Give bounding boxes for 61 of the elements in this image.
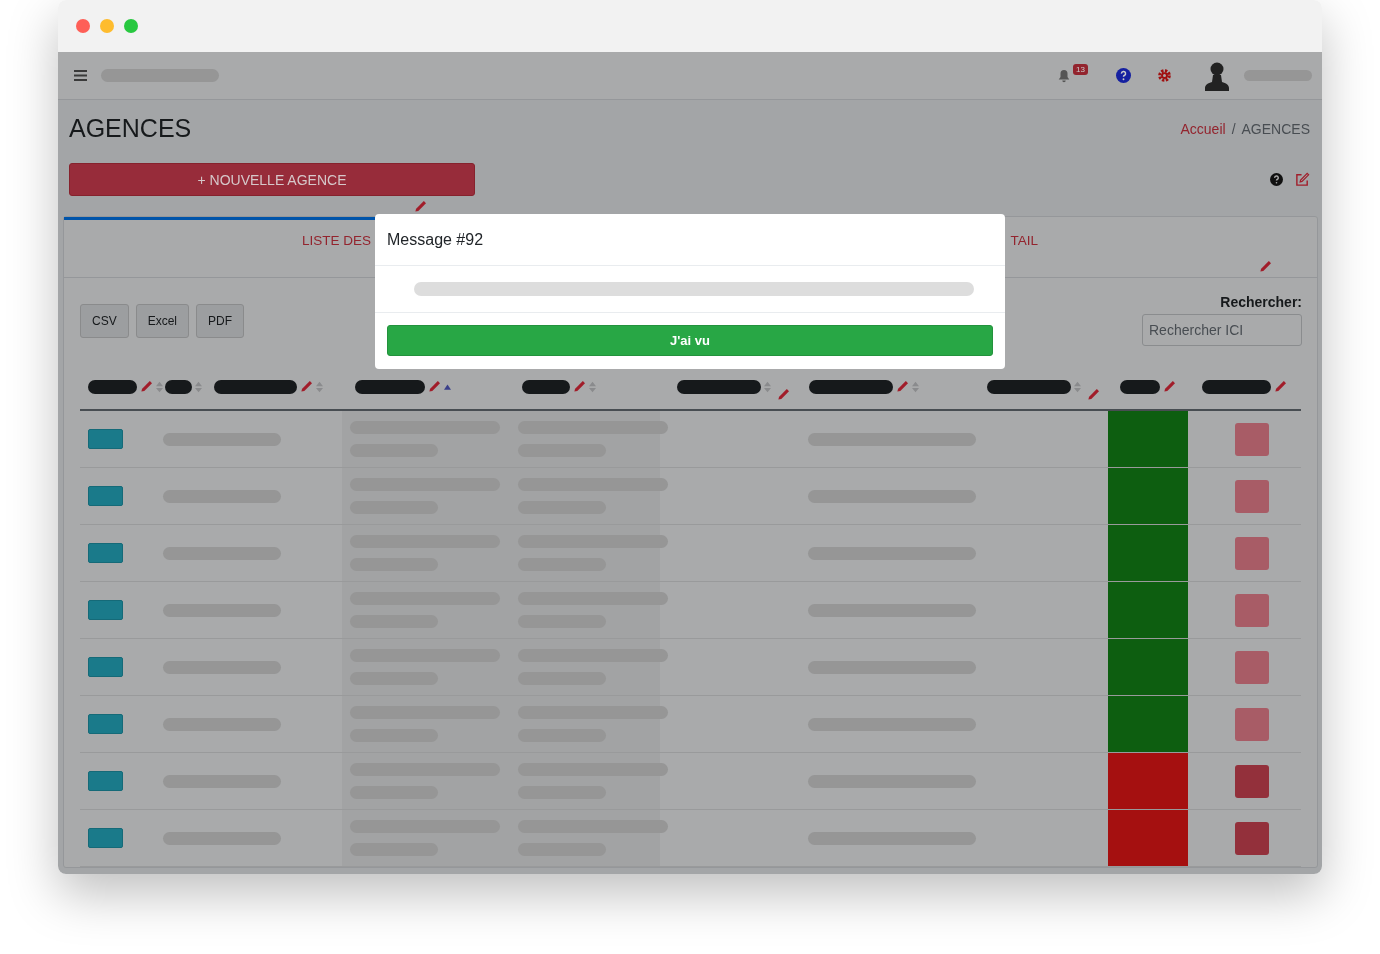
breadcrumb-link[interactable]: Accueil xyxy=(1180,120,1226,137)
pencil-icon[interactable] xyxy=(140,380,153,393)
view-button[interactable] xyxy=(88,486,123,506)
pencil-icon[interactable] xyxy=(1259,260,1272,273)
action-button[interactable] xyxy=(1235,707,1269,741)
zoom-button[interactable] xyxy=(124,19,138,33)
redacted-heading xyxy=(1120,379,1160,394)
edit-icon[interactable] xyxy=(1295,172,1310,187)
pencil-icon[interactable] xyxy=(896,380,909,393)
pencil-icon[interactable] xyxy=(1274,380,1287,393)
action-button[interactable] xyxy=(1235,764,1269,798)
pencil-icon[interactable] xyxy=(300,380,313,393)
action-button[interactable] xyxy=(1235,821,1269,855)
view-button[interactable] xyxy=(88,828,123,848)
pencil-icon[interactable] xyxy=(573,380,586,393)
help-icon[interactable] xyxy=(1116,68,1131,83)
close-button[interactable] xyxy=(76,19,90,33)
sort-up-icon[interactable] xyxy=(444,383,451,390)
view-button[interactable] xyxy=(88,714,123,734)
minimize-button[interactable] xyxy=(100,19,114,33)
bell-icon[interactable] xyxy=(1057,68,1072,83)
sort-icon[interactable] xyxy=(912,380,919,393)
new-agency-button[interactable]: + NOUVELLE AGENCE xyxy=(69,163,475,196)
notification-count: 13 xyxy=(1073,64,1088,75)
help-icon[interactable] xyxy=(1270,173,1283,186)
sort-icon[interactable] xyxy=(1074,380,1081,393)
dialog-title: Message #92 xyxy=(387,230,484,249)
action-button[interactable] xyxy=(1235,650,1269,684)
action-button[interactable] xyxy=(1235,479,1269,513)
view-button[interactable] xyxy=(88,657,123,677)
view-button[interactable] xyxy=(88,771,123,791)
redacted-heading xyxy=(1202,379,1271,394)
redacted-heading xyxy=(522,379,570,394)
breadcrumb-separator: / xyxy=(1231,120,1236,137)
sort-icon[interactable] xyxy=(195,380,202,393)
pencil-icon[interactable] xyxy=(1163,380,1176,393)
action-button[interactable] xyxy=(1235,593,1269,627)
breadcrumb-current: AGENCES xyxy=(1241,120,1310,137)
pencil-icon[interactable] xyxy=(428,380,441,393)
view-button[interactable] xyxy=(88,429,123,449)
search-label: Rechercher: xyxy=(1220,294,1302,310)
export-button[interactable]: CSV xyxy=(80,304,129,338)
settings-icon[interactable] xyxy=(1157,68,1172,83)
view-button[interactable] xyxy=(88,543,123,563)
redacted-heading xyxy=(355,379,425,394)
search-field[interactable]: Rechercher ICI xyxy=(1142,314,1302,346)
sort-icon[interactable] xyxy=(156,380,163,393)
redacted-heading xyxy=(88,379,137,394)
pencil-icon[interactable] xyxy=(1087,388,1100,401)
page-title: AGENCES xyxy=(69,114,192,143)
menu-icon[interactable] xyxy=(74,70,87,81)
sort-icon[interactable] xyxy=(764,380,771,393)
view-button[interactable] xyxy=(88,600,123,620)
sort-icon[interactable] xyxy=(316,380,323,393)
pencil-icon[interactable] xyxy=(777,388,790,401)
action-button[interactable] xyxy=(1235,536,1269,570)
export-button[interactable]: PDF xyxy=(196,304,245,338)
sort-icon[interactable] xyxy=(589,380,596,393)
export-button[interactable]: Excel xyxy=(135,304,190,338)
user-avatar-icon[interactable] xyxy=(1204,60,1230,91)
action-button[interactable] xyxy=(1235,422,1269,456)
